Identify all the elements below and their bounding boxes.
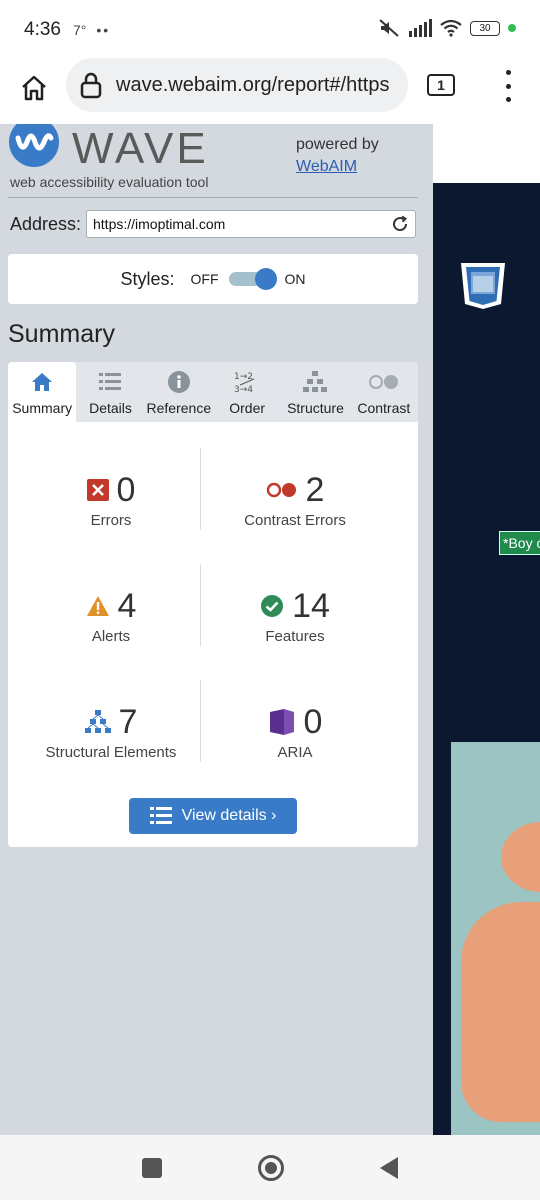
wave-header: WAVE web accessibility evaluation tool p…	[8, 124, 428, 196]
tab-summary[interactable]: Summary	[8, 362, 77, 422]
home-icon	[22, 75, 46, 101]
styles-label: Styles:	[120, 268, 175, 289]
tab-label: Reference	[146, 400, 212, 416]
address-label: Address:	[10, 213, 82, 234]
tab-contrast[interactable]: Contrast	[350, 362, 418, 422]
tab-count: 1	[437, 77, 445, 93]
view-details-label: View details ›	[181, 807, 277, 824]
wave-tagline: web accessibility evaluation tool	[10, 174, 209, 190]
styles-toggle-card: Styles: OFF ON	[8, 254, 418, 304]
contrast-errors-count: 2	[305, 470, 325, 509]
alert-icon	[86, 596, 109, 616]
errors-count: 0	[116, 470, 136, 509]
android-nav-bar	[0, 1135, 540, 1200]
feature-check-icon	[261, 595, 284, 617]
reload-icon[interactable]	[391, 215, 409, 233]
errors-stat[interactable]: 0 Errors	[16, 470, 206, 529]
battery-level: 30	[479, 22, 491, 34]
home-nav-button[interactable]	[258, 1154, 284, 1181]
aria-count: 0	[303, 702, 323, 741]
tab-label: Details	[89, 400, 132, 416]
alerts-count: 4	[117, 586, 137, 625]
features-label: Features	[265, 628, 325, 645]
contrast-errors-label: Contrast Errors	[244, 512, 346, 529]
url-text: wave.webaim.org/report#/https	[116, 73, 390, 96]
tab-reference[interactable]: Reference	[145, 362, 213, 422]
address-bar[interactable]: wave.webaim.org/report#/https	[66, 58, 408, 112]
signal-icon	[409, 19, 432, 37]
svg-text:3→4: 3→4	[234, 385, 253, 394]
html5-badge-icon	[461, 263, 505, 309]
tab-details[interactable]: Details	[76, 362, 144, 422]
browser-toolbar: wave.webaim.org/report#/https 1	[0, 58, 540, 124]
structural-label: Structural Elements	[45, 744, 177, 761]
summary-heading: Summary	[8, 320, 115, 348]
errors-label: Errors	[90, 512, 132, 529]
webaim-link[interactable]: WebAIM	[296, 158, 357, 176]
recents-button[interactable]	[142, 1157, 162, 1178]
structural-count: 7	[118, 702, 138, 741]
status-icons: 30	[378, 18, 516, 38]
browser-menu-button[interactable]	[496, 70, 520, 102]
tab-switcher-button[interactable]: 1	[427, 74, 455, 96]
tab-label: Contrast	[357, 400, 411, 416]
list-icon	[149, 807, 172, 824]
alerts-stat[interactable]: 4 Alerts	[16, 586, 206, 645]
order-icon: 1→2 3→4	[234, 370, 260, 394]
wave-tab-bar: Summary Details Reference 1→2 3→4 Order S…	[8, 362, 418, 422]
toggle-knob	[254, 268, 277, 290]
tab-order[interactable]: 1→2 3→4 Order	[213, 362, 281, 422]
lock-icon	[66, 71, 116, 99]
styles-on-label: ON	[284, 271, 306, 287]
aria-label: ARIA	[277, 744, 313, 761]
tab-label: Summary	[12, 400, 73, 416]
features-stat[interactable]: 14 Features	[200, 586, 390, 645]
address-row: Address: https://imoptimal.com	[10, 210, 416, 238]
features-count: 14	[292, 586, 330, 625]
tab-structure[interactable]: Structure	[281, 362, 349, 422]
active-indicator-dot	[508, 24, 516, 32]
aria-stat[interactable]: 0 ARIA	[200, 702, 390, 761]
illustration-figure	[461, 902, 540, 1122]
structure-icon	[84, 710, 111, 733]
list-icon	[99, 370, 122, 394]
structure-icon	[303, 370, 328, 394]
home-icon	[31, 370, 53, 394]
contrast-error-icon	[266, 482, 296, 498]
info-icon	[167, 370, 190, 394]
tab-label: Structure	[287, 400, 344, 416]
home-button[interactable]	[14, 68, 54, 108]
battery-icon: 30	[470, 20, 500, 36]
wave-sidebar: WAVE web accessibility evaluation tool p…	[0, 124, 433, 1135]
header-divider	[8, 197, 418, 198]
summary-panel: 0 Errors 2 Contrast Errors 4 Alerts 14 F…	[8, 422, 418, 847]
error-icon	[86, 479, 109, 501]
alt-text-label: *Boy c	[499, 531, 540, 555]
aria-icon	[269, 709, 294, 735]
wave-logo-text: WAVE	[72, 124, 209, 173]
address-value: https://imoptimal.com	[93, 216, 226, 232]
mute-icon	[379, 19, 399, 37]
back-button[interactable]	[380, 1156, 398, 1179]
status-temperature: 7°	[72, 22, 87, 38]
illustration-arm	[501, 822, 540, 892]
contrast-icon	[368, 370, 400, 394]
styles-off-label: OFF	[190, 271, 219, 287]
contrast-errors-stat[interactable]: 2 Contrast Errors	[200, 470, 390, 530]
status-time: 4:36	[24, 19, 61, 40]
tab-label: Order	[229, 400, 266, 416]
address-input[interactable]: https://imoptimal.com	[86, 210, 416, 238]
status-bar: 4:36 7° •• 30	[0, 0, 540, 60]
status-notification-dots: ••	[96, 22, 111, 38]
powered-by-text: powered by	[296, 136, 379, 153]
wave-logo-icon	[9, 124, 59, 167]
styles-toggle-switch[interactable]	[228, 268, 277, 290]
site-illustration	[451, 742, 540, 1135]
alerts-label: Alerts	[91, 628, 131, 645]
view-details-button[interactable]: View details ›	[129, 798, 297, 834]
wifi-icon	[440, 19, 462, 37]
website-preview: *Boy c	[433, 124, 540, 1135]
structural-elements-stat[interactable]: 7 Structural Elements	[16, 702, 206, 762]
